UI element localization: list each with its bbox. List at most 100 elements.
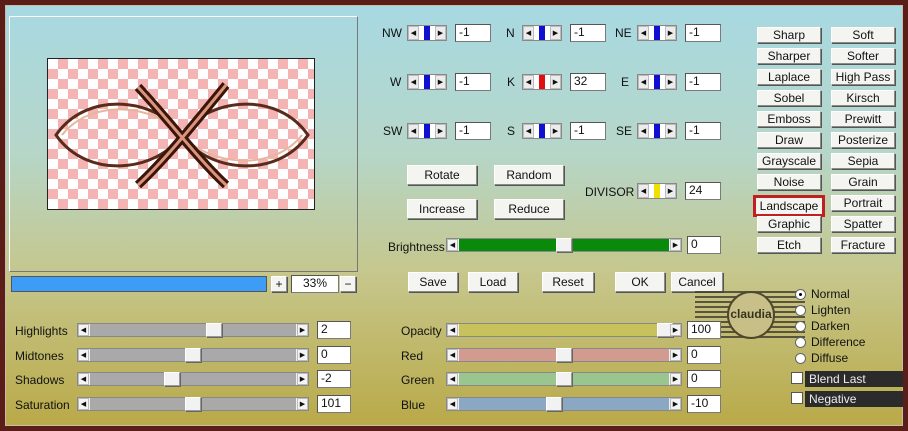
arrow-right-icon[interactable]: ▶ [297, 397, 308, 410]
arrow-left-icon[interactable]: ◀ [638, 124, 649, 138]
preset-kirsch-button[interactable]: Kirsch [831, 90, 895, 106]
reduce-button[interactable]: Reduce [494, 199, 564, 219]
preset-graphic-button[interactable]: Graphic [757, 216, 821, 232]
n-knob[interactable] [539, 26, 545, 40]
blend-normal-radio[interactable] [795, 289, 806, 300]
se-field[interactable]: -1 [685, 122, 721, 140]
arrow-right-icon[interactable]: ▶ [435, 75, 446, 89]
divisor-spinner[interactable]: ◀ ▶ [637, 183, 677, 199]
preset-noise-button[interactable]: Noise [757, 174, 821, 190]
arrow-right-icon[interactable]: ▶ [297, 373, 308, 385]
blue-field[interactable]: -10 [687, 394, 721, 413]
midtones-field[interactable]: 0 [317, 345, 351, 364]
e-knob[interactable] [654, 75, 660, 89]
highlights-slider[interactable]: ◀ ▶ [77, 323, 309, 337]
arrow-left-icon[interactable]: ◀ [523, 26, 534, 40]
arrow-right-icon[interactable]: ▶ [435, 26, 446, 40]
red-thumb[interactable] [556, 347, 572, 362]
green-thumb[interactable] [556, 372, 572, 386]
preset-portrait-button[interactable]: Portrait [831, 195, 895, 211]
preset-draw-button[interactable]: Draw [757, 132, 821, 148]
s-field[interactable]: -1 [570, 122, 606, 140]
arrow-left-icon[interactable]: ◀ [638, 75, 649, 89]
arrow-right-icon[interactable]: ▶ [550, 26, 561, 40]
green-slider[interactable]: ◀ ▶ [446, 372, 682, 386]
preview-image[interactable] [47, 58, 315, 210]
ne-spinner[interactable]: ◀ ▶ [637, 25, 677, 41]
preset-sepia-button[interactable]: Sepia [831, 153, 895, 169]
saturation-thumb[interactable] [185, 396, 201, 411]
arrow-left-icon[interactable]: ◀ [78, 348, 89, 361]
nw-field[interactable]: -1 [455, 24, 491, 42]
w-spinner[interactable]: ◀ ▶ [407, 74, 447, 90]
blue-slider[interactable]: ◀ ▶ [446, 396, 682, 411]
brightness-field[interactable]: 0 [687, 236, 721, 254]
arrow-right-icon[interactable]: ▶ [665, 26, 676, 40]
n-field[interactable]: -1 [570, 24, 606, 42]
arrow-right-icon[interactable]: ▶ [435, 124, 446, 138]
zoom-field[interactable]: 33% [291, 275, 339, 293]
blend-lighten-radio[interactable] [795, 305, 806, 316]
arrow-right-icon[interactable]: ▶ [670, 373, 681, 385]
shadows-slider[interactable]: ◀ ▶ [77, 372, 309, 386]
preset-laplace-button[interactable]: Laplace [757, 69, 821, 85]
shadows-thumb[interactable] [164, 372, 181, 386]
arrow-left-icon[interactable]: ◀ [523, 75, 534, 89]
saturation-slider[interactable]: ◀ ▶ [77, 396, 309, 411]
preset-prewitt-button[interactable]: Prewitt [831, 111, 895, 127]
opacity-field[interactable]: 100 [687, 321, 721, 339]
preset-grayscale-button[interactable]: Grayscale [757, 153, 821, 169]
opacity-slider[interactable]: ◀ ▶ [446, 323, 682, 337]
arrow-left-icon[interactable]: ◀ [78, 397, 89, 410]
arrow-left-icon[interactable]: ◀ [408, 26, 419, 40]
rotate-button[interactable]: Rotate [407, 165, 477, 185]
midtones-slider[interactable]: ◀ ▶ [77, 347, 309, 362]
saturation-field[interactable]: 101 [317, 394, 351, 413]
preset-sharp-button[interactable]: Sharp [757, 27, 821, 43]
divisor-knob[interactable] [654, 184, 660, 198]
shadows-field[interactable]: -2 [317, 370, 351, 388]
preset-emboss-button[interactable]: Emboss [757, 111, 821, 127]
cancel-button[interactable]: Cancel [671, 272, 723, 292]
blend-difference-radio[interactable] [795, 337, 806, 348]
save-button[interactable]: Save [408, 272, 458, 292]
blend-diffuse-radio[interactable] [795, 353, 806, 364]
preset-fracture-button[interactable]: Fracture [831, 237, 895, 253]
arrow-right-icon[interactable]: ▶ [550, 75, 561, 89]
ok-button[interactable]: OK [615, 272, 665, 292]
blend-last-checkbox[interactable] [791, 372, 803, 384]
k-field[interactable]: 32 [570, 73, 606, 91]
se-knob[interactable] [654, 124, 660, 138]
s-spinner[interactable]: ◀ ▶ [522, 123, 562, 139]
arrow-right-icon[interactable]: ▶ [665, 75, 676, 89]
increase-button[interactable]: Increase [407, 199, 477, 219]
arrow-left-icon[interactable]: ◀ [408, 75, 419, 89]
brightness-thumb[interactable] [556, 238, 572, 252]
arrow-left-icon[interactable]: ◀ [447, 324, 458, 336]
preset-etch-button[interactable]: Etch [757, 237, 821, 253]
green-field[interactable]: 0 [687, 370, 721, 388]
blend-darken-radio[interactable] [795, 321, 806, 332]
sw-knob[interactable] [424, 124, 430, 138]
arrow-left-icon[interactable]: ◀ [78, 373, 89, 385]
preset-grain-button[interactable]: Grain [831, 174, 895, 190]
highlights-field[interactable]: 2 [317, 321, 351, 339]
divisor-field[interactable]: 24 [685, 182, 721, 200]
highlights-thumb[interactable] [205, 323, 222, 337]
k-spinner[interactable]: ◀ ▶ [522, 74, 562, 90]
e-spinner[interactable]: ◀ ▶ [637, 74, 677, 90]
negative-checkbox[interactable] [791, 392, 803, 404]
nw-knob[interactable] [424, 26, 430, 40]
preset-softer-button[interactable]: Softer [831, 48, 895, 64]
k-knob[interactable] [539, 75, 545, 89]
preset-landscape-button[interactable]: Landscape [753, 195, 825, 217]
preset-spatter-button[interactable]: Spatter [831, 216, 895, 232]
arrow-left-icon[interactable]: ◀ [638, 26, 649, 40]
arrow-right-icon[interactable]: ▶ [665, 124, 676, 138]
arrow-right-icon[interactable]: ▶ [665, 184, 676, 198]
preset-high-pass-button[interactable]: High Pass [831, 69, 895, 85]
arrow-right-icon[interactable]: ▶ [670, 348, 681, 361]
ne-field[interactable]: -1 [685, 24, 721, 42]
arrow-right-icon[interactable]: ▶ [297, 348, 308, 361]
arrow-right-icon[interactable]: ▶ [550, 124, 561, 138]
